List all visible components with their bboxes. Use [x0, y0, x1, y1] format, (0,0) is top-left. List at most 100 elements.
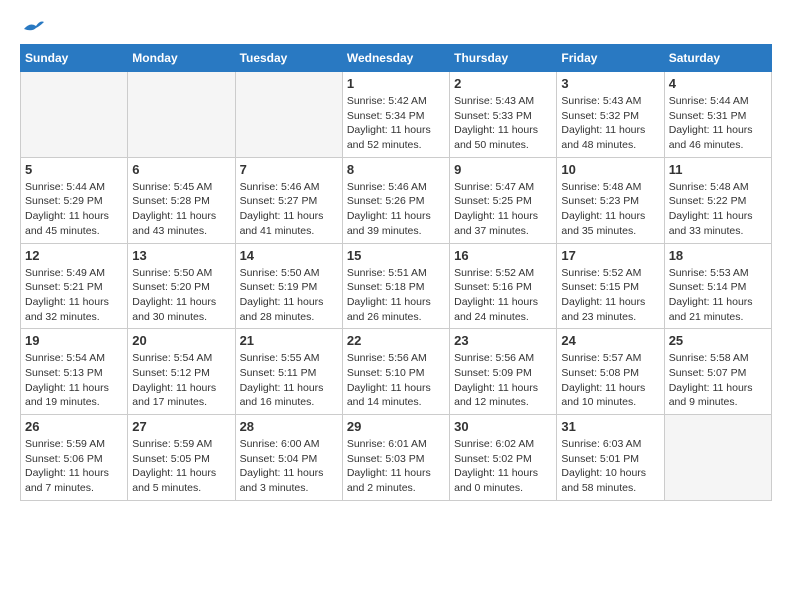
day-number: 21	[240, 333, 338, 348]
day-number: 26	[25, 419, 123, 434]
weekday-header-sunday: Sunday	[21, 45, 128, 72]
logo	[20, 20, 44, 34]
day-info: Sunrise: 5:47 AM Sunset: 5:25 PM Dayligh…	[454, 180, 552, 239]
day-info: Sunrise: 5:54 AM Sunset: 5:12 PM Dayligh…	[132, 351, 230, 410]
day-number: 18	[669, 248, 767, 263]
calendar-week-4: 19 Sunrise: 5:54 AM Sunset: 5:13 PM Dayli…	[21, 329, 772, 415]
day-number: 23	[454, 333, 552, 348]
calendar-cell: 7Sunrise: 5:46 AM Sunset: 5:27 PM Daylig…	[235, 157, 342, 243]
day-number: 16	[454, 248, 552, 263]
day-info: Sunrise: 5:59 AM Sunset: 5:06 PM Dayligh…	[25, 437, 123, 496]
day-number: 22	[347, 333, 445, 348]
calendar-cell: 19 Sunrise: 5:54 AM Sunset: 5:13 PM Dayli…	[21, 329, 128, 415]
day-number: 28	[240, 419, 338, 434]
day-info: Sunrise: 6:03 AM Sunset: 5:01 PM Dayligh…	[561, 437, 659, 496]
day-number: 29	[347, 419, 445, 434]
logo-bird-icon	[22, 20, 44, 38]
day-number: 20	[132, 333, 230, 348]
calendar-week-1: 1 Sunrise: 5:42 AM Sunset: 5:34 PM Daylig…	[21, 72, 772, 158]
day-number: 24	[561, 333, 659, 348]
calendar-cell	[21, 72, 128, 158]
calendar-cell: 5 Sunrise: 5:44 AM Sunset: 5:29 PM Daylig…	[21, 157, 128, 243]
day-number: 30	[454, 419, 552, 434]
day-info: Sunrise: 5:54 AM Sunset: 5:13 PM Dayligh…	[25, 351, 123, 410]
day-number: 4	[669, 76, 767, 91]
day-number: 27	[132, 419, 230, 434]
calendar-cell: 12 Sunrise: 5:49 AM Sunset: 5:21 PM Dayli…	[21, 243, 128, 329]
day-info: Sunrise: 6:00 AM Sunset: 5:04 PM Dayligh…	[240, 437, 338, 496]
weekday-header-monday: Monday	[128, 45, 235, 72]
day-info: Sunrise: 5:42 AM Sunset: 5:34 PM Dayligh…	[347, 94, 445, 153]
calendar-cell: 25 Sunrise: 5:58 AM Sunset: 5:07 PM Dayli…	[664, 329, 771, 415]
day-number: 6	[132, 162, 230, 177]
day-info: Sunrise: 5:46 AM Sunset: 5:27 PM Dayligh…	[240, 180, 338, 239]
day-info: Sunrise: 5:45 AM Sunset: 5:28 PM Dayligh…	[132, 180, 230, 239]
calendar-cell: 20 Sunrise: 5:54 AM Sunset: 5:12 PM Dayli…	[128, 329, 235, 415]
day-info: Sunrise: 5:59 AM Sunset: 5:05 PM Dayligh…	[132, 437, 230, 496]
day-number: 5	[25, 162, 123, 177]
day-info: Sunrise: 5:46 AM Sunset: 5:26 PM Dayligh…	[347, 180, 445, 239]
day-info: Sunrise: 5:52 AM Sunset: 5:16 PM Dayligh…	[454, 266, 552, 325]
calendar-cell: 2 Sunrise: 5:43 AM Sunset: 5:33 PM Daylig…	[450, 72, 557, 158]
day-info: Sunrise: 5:48 AM Sunset: 5:23 PM Dayligh…	[561, 180, 659, 239]
day-number: 17	[561, 248, 659, 263]
day-info: Sunrise: 5:57 AM Sunset: 5:08 PM Dayligh…	[561, 351, 659, 410]
calendar-cell: 14 Sunrise: 5:50 AM Sunset: 5:19 PM Dayli…	[235, 243, 342, 329]
weekday-header-row: SundayMondayTuesdayWednesdayThursdayFrid…	[21, 45, 772, 72]
calendar-cell: 26 Sunrise: 5:59 AM Sunset: 5:06 PM Dayli…	[21, 415, 128, 501]
day-info: Sunrise: 5:50 AM Sunset: 5:19 PM Dayligh…	[240, 266, 338, 325]
calendar-cell: 8 Sunrise: 5:46 AM Sunset: 5:26 PM Daylig…	[342, 157, 449, 243]
day-number: 1	[347, 76, 445, 91]
day-number: 2	[454, 76, 552, 91]
calendar-cell: 13 Sunrise: 5:50 AM Sunset: 5:20 PM Dayli…	[128, 243, 235, 329]
day-info: Sunrise: 5:58 AM Sunset: 5:07 PM Dayligh…	[669, 351, 767, 410]
weekday-header-tuesday: Tuesday	[235, 45, 342, 72]
calendar-cell: 15 Sunrise: 5:51 AM Sunset: 5:18 PM Dayli…	[342, 243, 449, 329]
calendar-cell: 21 Sunrise: 5:55 AM Sunset: 5:11 PM Dayli…	[235, 329, 342, 415]
calendar-cell: 1 Sunrise: 5:42 AM Sunset: 5:34 PM Daylig…	[342, 72, 449, 158]
day-info: Sunrise: 5:50 AM Sunset: 5:20 PM Dayligh…	[132, 266, 230, 325]
day-info: Sunrise: 6:02 AM Sunset: 5:02 PM Dayligh…	[454, 437, 552, 496]
calendar-cell: 28 Sunrise: 6:00 AM Sunset: 5:04 PM Dayli…	[235, 415, 342, 501]
day-number: 8	[347, 162, 445, 177]
day-info: Sunrise: 5:55 AM Sunset: 5:11 PM Dayligh…	[240, 351, 338, 410]
day-info: Sunrise: 5:56 AM Sunset: 5:09 PM Dayligh…	[454, 351, 552, 410]
weekday-header-saturday: Saturday	[664, 45, 771, 72]
day-number: 31	[561, 419, 659, 434]
day-info: Sunrise: 5:49 AM Sunset: 5:21 PM Dayligh…	[25, 266, 123, 325]
calendar-cell: 17Sunrise: 5:52 AM Sunset: 5:15 PM Dayli…	[557, 243, 664, 329]
calendar-cell: 9 Sunrise: 5:47 AM Sunset: 5:25 PM Daylig…	[450, 157, 557, 243]
calendar-cell: 10 Sunrise: 5:48 AM Sunset: 5:23 PM Dayli…	[557, 157, 664, 243]
day-info: Sunrise: 5:43 AM Sunset: 5:32 PM Dayligh…	[561, 94, 659, 153]
calendar-cell	[235, 72, 342, 158]
calendar-cell: 4 Sunrise: 5:44 AM Sunset: 5:31 PM Daylig…	[664, 72, 771, 158]
calendar-cell: 31 Sunrise: 6:03 AM Sunset: 5:01 PM Dayli…	[557, 415, 664, 501]
day-info: Sunrise: 5:53 AM Sunset: 5:14 PM Dayligh…	[669, 266, 767, 325]
day-number: 9	[454, 162, 552, 177]
calendar-cell: 3Sunrise: 5:43 AM Sunset: 5:32 PM Daylig…	[557, 72, 664, 158]
day-number: 13	[132, 248, 230, 263]
day-info: Sunrise: 5:43 AM Sunset: 5:33 PM Dayligh…	[454, 94, 552, 153]
day-number: 25	[669, 333, 767, 348]
day-info: Sunrise: 5:44 AM Sunset: 5:29 PM Dayligh…	[25, 180, 123, 239]
day-number: 10	[561, 162, 659, 177]
calendar-week-2: 5 Sunrise: 5:44 AM Sunset: 5:29 PM Daylig…	[21, 157, 772, 243]
day-number: 15	[347, 248, 445, 263]
day-number: 11	[669, 162, 767, 177]
calendar-cell: 16 Sunrise: 5:52 AM Sunset: 5:16 PM Dayli…	[450, 243, 557, 329]
day-info: Sunrise: 5:48 AM Sunset: 5:22 PM Dayligh…	[669, 180, 767, 239]
day-info: Sunrise: 5:44 AM Sunset: 5:31 PM Dayligh…	[669, 94, 767, 153]
calendar-cell: 22 Sunrise: 5:56 AM Sunset: 5:10 PM Dayli…	[342, 329, 449, 415]
calendar-table: SundayMondayTuesdayWednesdayThursdayFrid…	[20, 44, 772, 501]
day-number: 19	[25, 333, 123, 348]
weekday-header-friday: Friday	[557, 45, 664, 72]
calendar-cell: 27 Sunrise: 5:59 AM Sunset: 5:05 PM Dayli…	[128, 415, 235, 501]
day-number: 14	[240, 248, 338, 263]
calendar-cell	[664, 415, 771, 501]
calendar-cell: 18 Sunrise: 5:53 AM Sunset: 5:14 PM Dayli…	[664, 243, 771, 329]
day-info: Sunrise: 5:56 AM Sunset: 5:10 PM Dayligh…	[347, 351, 445, 410]
day-info: Sunrise: 5:51 AM Sunset: 5:18 PM Dayligh…	[347, 266, 445, 325]
calendar-cell	[128, 72, 235, 158]
day-number: 12	[25, 248, 123, 263]
calendar-cell: 24 Sunrise: 5:57 AM Sunset: 5:08 PM Dayli…	[557, 329, 664, 415]
